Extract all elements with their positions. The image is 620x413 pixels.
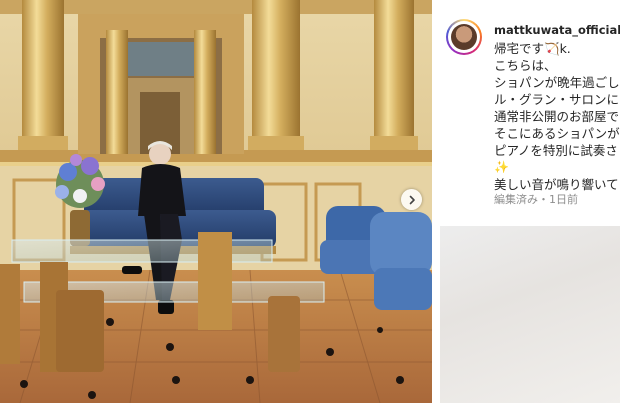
cornice: [0, 0, 432, 14]
caption-line: こちらは、: [494, 58, 557, 73]
table-leg: [198, 232, 232, 330]
avatar-photo: [451, 24, 477, 50]
armchair-seat: [374, 268, 432, 310]
blurred-content-area: [440, 226, 620, 403]
caption-line: ✨: [494, 160, 509, 174]
column-base: [18, 136, 68, 150]
chevron-right-icon: [409, 195, 415, 204]
painting: [120, 42, 200, 76]
post-meta: 編集済み・1日前: [494, 193, 578, 206]
table-leg: [56, 290, 104, 372]
column-far-right: [374, 0, 414, 150]
post-side-panel: mattkuwata_official2 帰宅です🏹k. こちらは、 ショパンが…: [432, 0, 620, 403]
caption-line: そこにあるショパンが: [494, 126, 620, 141]
photo-scene: [0, 0, 432, 403]
caption-line: ショパンが晩年過ごし: [494, 75, 620, 90]
caption-line: 通常非公開のお部屋で: [494, 109, 620, 124]
avatar-ring-gap: [448, 21, 480, 53]
person-torso: [138, 164, 186, 216]
column-left: [22, 0, 64, 150]
column-inner-left: [106, 30, 128, 154]
table-top-glass: [11, 239, 273, 263]
column-base: [248, 136, 304, 150]
bottom-strip: [0, 403, 620, 413]
armchair: [370, 212, 432, 276]
caption-line: ル・グラン・サロンに: [494, 92, 620, 107]
table-leg: [0, 264, 20, 364]
post-photo[interactable]: [0, 0, 432, 403]
column-base: [370, 136, 418, 150]
post-caption: 帰宅です🏹k. こちらは、 ショパンが晩年過ごし ル・グラン・サロンに 通常非公…: [494, 40, 620, 193]
avatar[interactable]: [446, 19, 482, 55]
next-photo-button[interactable]: [401, 189, 422, 210]
username[interactable]: mattkuwata_official2: [494, 23, 620, 37]
caption-line: 帰宅です🏹k.: [494, 41, 571, 56]
caption-line: ピアノを特別に試奏さ: [494, 143, 618, 158]
column-right: [252, 0, 300, 150]
table-leg: [268, 296, 300, 372]
person-shoe: [122, 266, 142, 274]
column-inner-right: [194, 30, 216, 154]
